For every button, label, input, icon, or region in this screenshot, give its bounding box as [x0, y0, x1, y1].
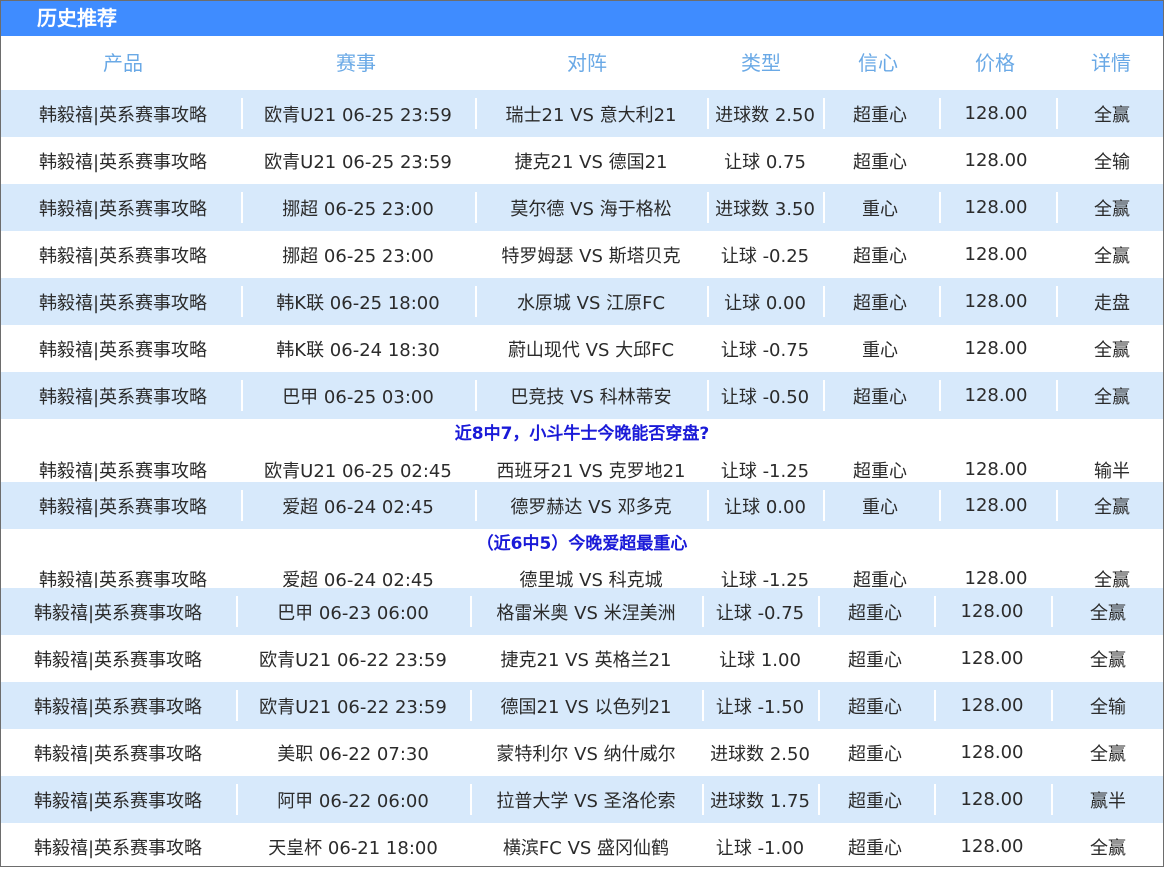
column-divider [475, 286, 477, 317]
column-divider [241, 380, 243, 411]
column-divider [241, 98, 243, 129]
column-divider [818, 784, 820, 815]
table-header: 产品 赛事 对阵 类型 信心 价格 详情 [1, 41, 1163, 87]
result-cell: 全赢 [1094, 245, 1130, 267]
column-divider [707, 380, 709, 411]
promo-note-2[interactable]: （近6中5）今晚爱超最重心 [1, 532, 1163, 556]
promo-note-1[interactable]: 近8中7，小斗牛士今晚能否穿盘? [1, 422, 1163, 446]
result-cell: 全输 [1094, 151, 1130, 173]
column-divider [823, 98, 825, 129]
col-header-confidence: 信心 [858, 51, 898, 75]
column-divider [470, 596, 472, 627]
table-row[interactable]: 韩毅禧|英系赛事攻略 美职 06-22 07:30 蒙特利尔 VS 纳什威尔 进球数 … [1, 729, 1163, 776]
col-header-match: 对阵 [567, 51, 607, 75]
column-divider [702, 784, 704, 815]
column-divider [1056, 192, 1058, 223]
table-row[interactable]: 韩毅禧|英系赛事攻略 天皇杯 06-21 18:00 横滨FC VS 盛冈仙鹤 让球 … [1, 823, 1163, 870]
column-divider [939, 286, 941, 317]
table-row[interactable]: 韩毅禧|英系赛事攻略 爱超 06-24 02:45 德罗赫达 VS 邓多克 让球 0.… [1, 482, 1163, 529]
table-row[interactable]: 韩毅禧|英系赛事攻略 挪超 06-25 23:00 特罗姆瑟 VS 斯塔贝克 让球 -… [1, 231, 1163, 278]
result-cell: 全赢 [1094, 386, 1130, 408]
result-cell: 全赢 [1090, 837, 1126, 859]
column-divider [818, 690, 820, 721]
column-divider [475, 380, 477, 411]
column-divider [1051, 596, 1053, 627]
table-row[interactable]: 韩毅禧|英系赛事攻略 欧青U21 06-25 23:59 捷克21 VS 德国21 让… [1, 137, 1163, 184]
column-divider [934, 690, 936, 721]
column-divider [939, 192, 941, 223]
table-row[interactable]: 韩毅禧|英系赛事攻略 巴甲 06-25 03:00 巴竞技 VS 科林蒂安 让球 -0… [1, 372, 1163, 419]
column-divider [241, 192, 243, 223]
table-row[interactable]: 韩毅禧|英系赛事攻略 欧青U21 06-22 23:59 捷克21 VS 英格兰21… [1, 635, 1163, 682]
column-divider [236, 784, 238, 815]
panel-title: 历史推荐 [37, 6, 117, 30]
result-cell: 全赢 [1094, 198, 1130, 220]
col-header-price: 价格 [975, 51, 1015, 75]
title-bar: 历史推荐 [1, 1, 1163, 36]
column-divider [939, 380, 941, 411]
column-divider [707, 98, 709, 129]
column-divider [470, 690, 472, 721]
column-divider [818, 596, 820, 627]
col-header-event: 赛事 [336, 51, 376, 75]
result-cell: 全赢 [1094, 496, 1130, 518]
table-row[interactable]: 韩毅禧|英系赛事攻略 巴甲 06-23 06:00 格雷米奥 VS 米涅美洲 让球 -… [1, 588, 1163, 635]
result-cell: 全赢 [1094, 339, 1130, 361]
result-cell: 全赢 [1090, 602, 1126, 624]
column-divider [702, 596, 704, 627]
col-header-product: 产品 [103, 51, 143, 75]
col-header-type: 类型 [741, 51, 781, 75]
column-divider [1056, 380, 1058, 411]
column-divider [823, 380, 825, 411]
table-row[interactable]: 韩毅禧|英系赛事攻略 韩K联 06-24 18:30 蔚山现代 VS 大邱FC 让球 … [1, 325, 1163, 372]
column-divider [475, 98, 477, 129]
column-divider [236, 596, 238, 627]
result-cell: 全赢 [1090, 743, 1126, 765]
column-divider [1056, 98, 1058, 129]
history-recommend-panel: 历史推荐 产品 赛事 对阵 类型 信心 价格 详情 韩毅禧|英系赛事攻略 欧青U2… [0, 0, 1164, 867]
column-divider [470, 784, 472, 815]
column-divider [707, 286, 709, 317]
column-divider [475, 192, 477, 223]
column-divider [939, 98, 941, 129]
column-divider [823, 286, 825, 317]
column-divider [475, 490, 477, 521]
column-divider [823, 490, 825, 521]
result-cell: 全输 [1090, 696, 1126, 718]
column-divider [1056, 490, 1058, 521]
table-row[interactable]: 韩毅禧|英系赛事攻略 阿甲 06-22 06:00 拉普大学 VS 圣洛伦索 进球数 … [1, 776, 1163, 823]
column-divider [1051, 690, 1053, 721]
table-row[interactable]: 韩毅禧|英系赛事攻略 欧青U21 06-25 23:59 瑞士21 VS 意大利21… [1, 90, 1163, 137]
column-divider [702, 690, 704, 721]
result-cell: 赢半 [1090, 790, 1126, 812]
result-cell: 全赢 [1094, 104, 1130, 126]
result-cell: 走盘 [1094, 292, 1130, 314]
column-divider [939, 490, 941, 521]
column-divider [707, 490, 709, 521]
result-cell: 全赢 [1090, 649, 1126, 671]
column-divider [707, 192, 709, 223]
column-divider [934, 596, 936, 627]
table-row[interactable]: 韩毅禧|英系赛事攻略 欧青U21 06-22 23:59 德国21 VS 以色列21… [1, 682, 1163, 729]
table-row[interactable]: 韩毅禧|英系赛事攻略 韩K联 06-25 18:00 水原城 VS 江原FC 让球 0… [1, 278, 1163, 325]
column-divider [241, 490, 243, 521]
column-divider [241, 286, 243, 317]
column-divider [1051, 784, 1053, 815]
column-divider [823, 192, 825, 223]
table-row[interactable]: 韩毅禧|英系赛事攻略 挪超 06-25 23:00 莫尔德 VS 海于格松 进球数 3… [1, 184, 1163, 231]
col-header-detail: 详情 [1091, 51, 1131, 75]
column-divider [934, 784, 936, 815]
column-divider [1056, 286, 1058, 317]
column-divider [236, 690, 238, 721]
